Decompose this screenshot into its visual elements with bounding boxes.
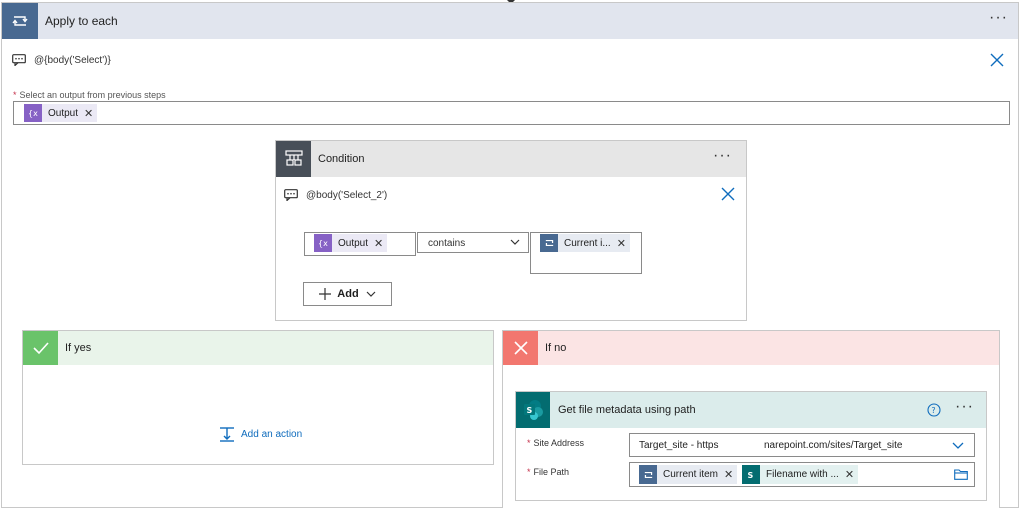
folder-icon[interactable] <box>954 469 968 480</box>
remove-token-icon[interactable]: ✕ <box>84 107 93 120</box>
apply-to-each-expression: @{body('Select')} <box>34 54 111 66</box>
filename-token[interactable]: S Filename with ... ✕ <box>742 465 859 484</box>
required-marker: * <box>527 438 531 448</box>
if-yes-title: If yes <box>65 342 92 354</box>
chevron-down-icon <box>366 291 376 297</box>
condition-title: Condition <box>318 153 365 165</box>
add-condition-label: Add <box>337 288 359 300</box>
svg-text:S: S <box>527 406 533 415</box>
current-item-token[interactable]: Current i... ✕ <box>540 234 630 252</box>
previous-output-field[interactable]: {x} Output ✕ <box>13 101 1010 125</box>
variable-icon: {x} <box>314 234 332 252</box>
get-file-metadata-header[interactable]: S Get file metadata using path ? ··· <box>516 392 986 428</box>
file-path-field[interactable]: Current item ✕ S Filename with ... ✕ <box>629 462 975 487</box>
condition-more-icon[interactable]: ··· <box>713 147 732 165</box>
get-file-metadata-more-icon[interactable]: ··· <box>955 398 974 416</box>
add-condition-button[interactable]: Add <box>303 282 392 306</box>
remove-token-icon[interactable]: ✕ <box>845 468 854 481</box>
condition-left-operand[interactable]: {x} Output ✕ <box>304 232 416 256</box>
condition-expression: @body('Select_2') <box>306 189 388 201</box>
comment-icon[interactable] <box>284 189 298 201</box>
site-address-value: Target_site - https <box>639 440 719 451</box>
output-field-label: * Select an output from previous steps <box>13 90 166 100</box>
get-file-metadata-card: S Get file metadata using path ? ··· * Si… <box>515 391 987 501</box>
remove-token-icon[interactable]: ✕ <box>724 468 733 481</box>
condition-right-operand[interactable]: Current i... ✕ <box>530 232 642 274</box>
close-comment-icon[interactable] <box>990 53 1004 67</box>
svg-text:?: ? <box>931 406 935 415</box>
svg-text:{x}: {x} <box>28 109 38 118</box>
required-marker: * <box>527 467 531 477</box>
sharepoint-icon: S <box>742 465 760 484</box>
add-action-label: Add an action <box>241 428 303 440</box>
output-token[interactable]: {x} Output ✕ <box>314 234 388 252</box>
loop-icon <box>2 3 38 39</box>
get-file-metadata-title: Get file metadata using path <box>558 404 696 416</box>
if-yes-branch: If yes Add an action <box>22 330 494 465</box>
add-action-icon <box>220 427 234 442</box>
operator-value: contains <box>428 238 466 249</box>
variable-icon: {x} <box>24 104 42 122</box>
flow-designer-canvas: Apply to each ··· @{body('Select')} * Sel… <box>0 0 1024 508</box>
chevron-down-icon <box>510 239 520 245</box>
remove-token-icon[interactable]: ✕ <box>374 237 383 250</box>
chevron-down-icon <box>952 442 964 449</box>
condition-icon <box>276 141 311 177</box>
loop-icon <box>540 234 558 252</box>
site-address-value-suffix: narepoint.com/sites/Target_site <box>764 440 903 451</box>
condition-header[interactable]: Condition ··· <box>276 141 746 177</box>
apply-to-each-title: Apply to each <box>45 14 118 28</box>
if-no-header[interactable]: If no <box>503 331 999 365</box>
condition-operator-dropdown[interactable]: contains <box>417 232 529 253</box>
output-token[interactable]: {x} Output ✕ <box>24 104 98 122</box>
condition-comment: @body('Select_2') <box>284 189 387 201</box>
sharepoint-icon: S <box>516 392 550 428</box>
site-address-label: * Site Address <box>527 438 585 448</box>
svg-text:S: S <box>748 471 754 480</box>
close-icon <box>503 331 538 365</box>
current-item-token[interactable]: Current item ✕ <box>639 465 738 484</box>
if-no-title: If no <box>545 342 567 354</box>
file-path-label: * File Path <box>527 467 570 477</box>
svg-text:{x}: {x} <box>318 239 328 248</box>
help-icon[interactable]: ? <box>927 403 941 417</box>
apply-to-each-more-icon[interactable]: ··· <box>989 9 1008 27</box>
apply-to-each-header[interactable]: Apply to each ··· <box>2 3 1018 39</box>
loop-icon <box>639 465 657 484</box>
comment-icon[interactable] <box>12 54 26 66</box>
if-yes-header[interactable]: If yes <box>23 331 493 365</box>
plus-icon <box>319 288 332 300</box>
required-marker: * <box>13 90 17 100</box>
apply-to-each-comment: @{body('Select')} <box>12 54 111 66</box>
close-comment-icon[interactable] <box>721 187 735 201</box>
checkmark-icon <box>23 331 58 365</box>
remove-token-icon[interactable]: ✕ <box>617 237 626 250</box>
add-action-link[interactable]: Add an action <box>219 426 302 442</box>
site-address-dropdown[interactable]: Target_site - https narepoint.com/sites/… <box>629 433 975 457</box>
